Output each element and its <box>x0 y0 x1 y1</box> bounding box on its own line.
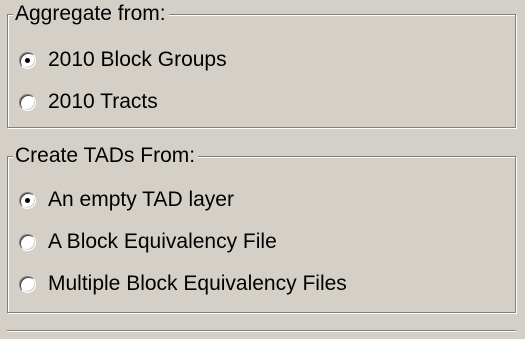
radio-label: A Block Equivalency File <box>48 230 277 253</box>
radio-multiple-block-equivalency-files[interactable]: Multiple Block Equivalency Files <box>19 271 347 297</box>
radio-block-equivalency-file[interactable]: A Block Equivalency File <box>19 229 277 255</box>
radio-button-icon[interactable] <box>19 93 36 111</box>
radio-label: Multiple Block Equivalency Files <box>48 272 347 295</box>
create-tads-from-legend: Create TADs From: <box>13 143 199 169</box>
aggregate-from-groupbox: Aggregate from: 2010 Block Groups 2010 T… <box>7 1 516 128</box>
radio-empty-tad-layer[interactable]: An empty TAD layer <box>19 187 234 213</box>
bottom-separator <box>7 330 516 332</box>
radio-2010-block-groups[interactable]: 2010 Block Groups <box>19 47 227 73</box>
radio-label: An empty TAD layer <box>48 188 234 211</box>
radio-button-icon[interactable] <box>19 51 36 69</box>
radio-button-icon[interactable] <box>19 233 36 251</box>
aggregate-from-legend: Aggregate from: <box>13 1 169 27</box>
radio-label: 2010 Tracts <box>48 90 158 113</box>
radio-2010-tracts[interactable]: 2010 Tracts <box>19 89 158 115</box>
radio-label: 2010 Block Groups <box>48 48 227 71</box>
radio-button-icon[interactable] <box>19 191 36 209</box>
radio-button-icon[interactable] <box>19 275 36 293</box>
tad-options-panel: Aggregate from: 2010 Block Groups 2010 T… <box>0 0 525 339</box>
create-tads-from-groupbox: Create TADs From: An empty TAD layer A B… <box>7 143 516 313</box>
